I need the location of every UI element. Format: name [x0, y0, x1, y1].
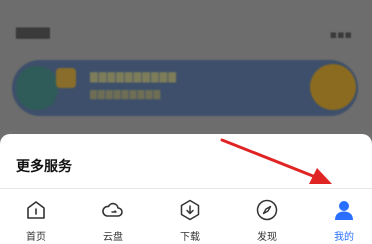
- user-icon: [335, 201, 353, 220]
- background-more-dots: ▪▪▪: [329, 28, 352, 41]
- tab-label-download: 下载: [180, 232, 200, 243]
- download-icon: [180, 199, 200, 221]
- banner-badge: [56, 68, 76, 88]
- background-banner: ▇▇▇▇▇▇▇▇▇▇ ▇▇▇▇▇▇▇▇▇: [12, 60, 358, 116]
- tab-label-mine: 我的: [334, 232, 354, 243]
- tab-cloud[interactable]: 云盘: [83, 190, 143, 244]
- tab-label-cloud: 云盘: [103, 232, 123, 243]
- tab-download[interactable]: 下载: [160, 190, 220, 244]
- banner-right-graphic: [310, 64, 356, 110]
- tab-label-home: 首页: [26, 232, 46, 243]
- cloud-icon: [102, 202, 123, 217]
- background-section-header: ▇▇▇▇: [16, 26, 50, 39]
- background-content: ▇▇▇▇ ▪▪▪ ▇▇▇▇▇▇▇▇▇▇ ▇▇▇▇▇▇▇▇▇: [0, 0, 372, 130]
- sheet-title: 更多服务: [16, 159, 72, 175]
- more-services-sheet: 更多服务 首页 云盘 下载 发现 我的: [0, 134, 372, 244]
- tab-home[interactable]: 首页: [6, 190, 66, 244]
- banner-subtext-placeholder: ▇▇▇▇▇▇▇▇▇: [90, 90, 162, 100]
- tab-discover[interactable]: 发现: [237, 190, 297, 244]
- banner-left-graphic: [16, 66, 58, 110]
- tab-mine[interactable]: 我的: [314, 190, 372, 244]
- tab-label-discover: 发现: [257, 232, 277, 243]
- bottom-tab-bar: 首页 云盘 下载 发现 我的: [0, 190, 372, 244]
- home-icon: [27, 201, 45, 219]
- banner-text-placeholder: ▇▇▇▇▇▇▇▇▇▇: [90, 72, 177, 83]
- divider: [0, 188, 372, 189]
- compass-icon: [256, 199, 278, 221]
